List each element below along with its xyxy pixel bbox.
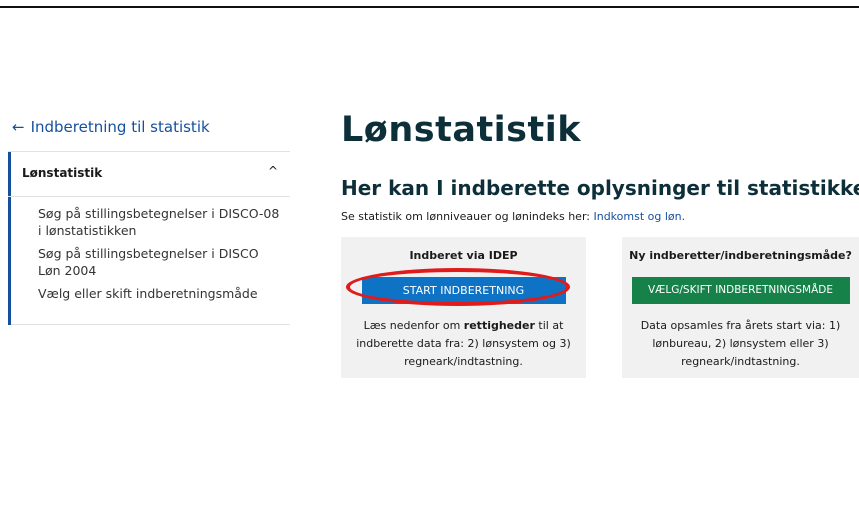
sidebar-item-choose-method[interactable]: Vælg eller skift indberetningsmåde [38,285,280,302]
arrow-left-icon: ← [12,118,25,136]
start-reporting-button[interactable]: START INDBERETNING [361,277,566,304]
idep-text-before: Læs nedenfor om [363,319,464,332]
side-nav-section-title: Lønstatistik [22,166,103,180]
side-nav: Lønstatistik ^ Søg på stillingsbetegnels… [8,151,290,325]
page-title: Lønstatistik [341,110,582,150]
income-link[interactable]: Indkomst og løn. [593,210,685,223]
rights-text: rettigheder [463,319,535,332]
back-link[interactable]: ← Indberetning til statistik [12,118,210,136]
side-nav-section-toggle[interactable]: Lønstatistik ^ [8,152,290,197]
page-subtitle: Her kan I indberette oplysninger til sta… [341,176,859,200]
choose-method-button[interactable]: VÆLG/SKIFT INDBERETNINGSMÅDE [631,277,850,304]
new-reporter-card-text: Data opsamles fra årets start via: 1) lø… [640,319,841,368]
top-border [0,6,859,8]
intro-label: Se statistik om lønniveauer og lønindeks… [341,210,594,223]
new-reporter-card: Ny indberetter/indberetningsmåde? VÆLG/S… [622,237,859,378]
chevron-up-icon: ^ [267,164,278,178]
idep-card: Indberet via IDEP START INDBERETNING Læs… [341,237,586,378]
side-nav-items: Søg på stillingsbetegnelser i DISCO-08 i… [8,197,290,325]
new-reporter-card-title: Ny indberetter/indberetningsmåde? [629,249,852,262]
sidebar-item-disco-loen-2004[interactable]: Søg på stillingsbetegnelser i DISCO Løn … [38,245,280,279]
back-link-label: Indberetning til statistik [30,118,210,136]
intro-text: Se statistik om lønniveauer og lønindeks… [341,210,685,223]
sidebar-item-disco-08[interactable]: Søg på stillingsbetegnelser i DISCO-08 i… [38,205,280,239]
idep-card-title: Indberet via IDEP [409,249,518,262]
idep-card-text: Læs nedenfor om rettigheder til at indbe… [341,317,586,371]
